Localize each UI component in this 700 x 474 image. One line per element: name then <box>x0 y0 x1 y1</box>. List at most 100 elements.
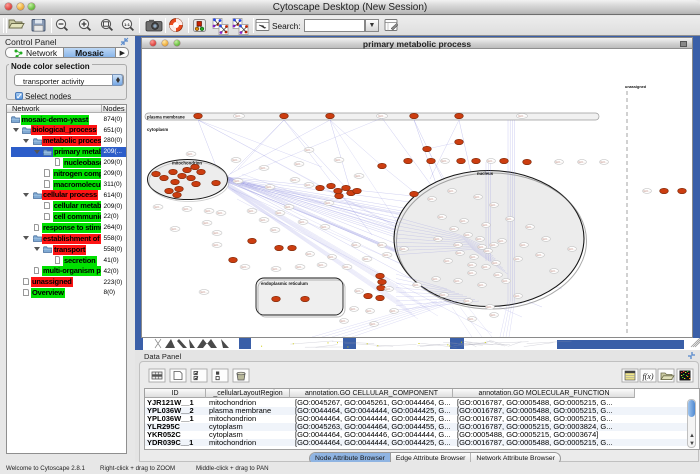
svg-text:GO:...: GO:... <box>328 255 336 259</box>
svg-text:GO:...: GO:... <box>454 279 462 283</box>
svg-text:GO:...: GO:... <box>600 160 608 164</box>
svg-text:GO:...: GO:... <box>490 203 498 207</box>
svg-text:GO:...: GO:... <box>432 277 440 281</box>
svg-text:GO:...: GO:... <box>321 225 329 229</box>
svg-text:GO:...: GO:... <box>355 174 363 178</box>
svg-text:GO:...: GO:... <box>454 243 462 247</box>
svg-text:1:1: 1:1 <box>124 22 131 27</box>
svg-text:GO:...: GO:... <box>200 290 208 294</box>
svg-text:GO:...: GO:... <box>370 322 378 326</box>
svg-text:GO:...: GO:... <box>154 205 162 209</box>
svg-text:GO:...: GO:... <box>260 166 268 170</box>
svg-text:GO:...: GO:... <box>248 209 256 213</box>
svg-text:unassigned: unassigned <box>625 85 647 89</box>
svg-text:plasma membrane: plasma membrane <box>147 115 185 120</box>
svg-text:GO:...: GO:... <box>241 265 249 269</box>
svg-text:GO:...: GO:... <box>536 253 544 257</box>
svg-text:f(x): f(x) <box>642 372 653 381</box>
svg-text:GO:...: GO:... <box>213 231 221 235</box>
svg-text:GO:...: GO:... <box>468 271 476 275</box>
svg-text:GO:...: GO:... <box>468 317 476 321</box>
svg-text:GO:...: GO:... <box>271 228 279 232</box>
svg-text:GO:...: GO:... <box>578 160 586 164</box>
svg-text:GO:...: GO:... <box>428 197 436 201</box>
svg-text:GO:...: GO:... <box>444 259 452 263</box>
svg-text:GO:...: GO:... <box>643 189 651 193</box>
svg-text:GO:...: GO:... <box>413 283 421 287</box>
svg-text:GO:...: GO:... <box>285 205 293 209</box>
svg-text:GO:...: GO:... <box>555 160 563 164</box>
svg-text:GO:...: GO:... <box>378 243 386 247</box>
svg-text:GO:...: GO:... <box>183 207 191 211</box>
svg-text:GO:...: GO:... <box>318 263 326 267</box>
svg-text:GO:...: GO:... <box>335 158 343 162</box>
svg-text:GO:...: GO:... <box>450 227 458 231</box>
svg-text:GO:...: GO:... <box>363 257 371 261</box>
svg-text:GO:...: GO:... <box>441 159 449 163</box>
svg-text:GO:...: GO:... <box>171 227 179 231</box>
svg-text:GO:...: GO:... <box>498 239 506 243</box>
svg-text:GO:...: GO:... <box>266 185 274 189</box>
svg-text:GO:...: GO:... <box>305 148 313 152</box>
svg-text:GO:...: GO:... <box>434 237 442 241</box>
svg-text:GO:...: GO:... <box>474 195 482 199</box>
svg-text:endoplasmic reticulum: endoplasmic reticulum <box>261 281 308 286</box>
svg-text:GO:...: GO:... <box>350 307 358 311</box>
svg-text:GO:...: GO:... <box>464 233 472 237</box>
svg-text:GO:...: GO:... <box>276 211 284 215</box>
svg-text:GO:...: GO:... <box>291 178 299 182</box>
svg-text:GO:...: GO:... <box>486 305 494 309</box>
svg-text:GO:...: GO:... <box>492 261 500 265</box>
svg-text:GO:...: GO:... <box>383 253 391 257</box>
svg-text:GO:...: GO:... <box>490 243 498 247</box>
svg-text:GO:...: GO:... <box>366 309 374 313</box>
svg-text:GO:...: GO:... <box>296 265 304 269</box>
svg-text:GO:...: GO:... <box>482 223 490 227</box>
svg-text:GO:...: GO:... <box>235 114 243 118</box>
svg-text:GO:...: GO:... <box>476 237 484 241</box>
svg-text:GO:...: GO:... <box>478 283 486 287</box>
svg-text:nucleus: nucleus <box>477 171 494 176</box>
svg-text:GO:...: GO:... <box>340 319 348 323</box>
svg-text:GO:...: GO:... <box>526 225 534 229</box>
svg-text:GO:...: GO:... <box>400 247 408 251</box>
svg-text:GO:...: GO:... <box>440 293 448 297</box>
svg-text:GO:...: GO:... <box>464 299 472 303</box>
svg-text:GO:...: GO:... <box>448 189 456 193</box>
svg-text:GO:...: GO:... <box>299 220 307 224</box>
svg-text:GO:...: GO:... <box>438 215 446 219</box>
svg-text:GO:...: GO:... <box>487 159 495 163</box>
svg-text:GO:...: GO:... <box>494 273 502 277</box>
svg-text:GO:...: GO:... <box>306 252 314 256</box>
svg-text:GO:...: GO:... <box>460 219 468 223</box>
svg-text:GO:...: GO:... <box>502 279 510 283</box>
svg-text:GO:...: GO:... <box>520 243 528 247</box>
svg-text:GO:...: GO:... <box>203 221 211 225</box>
svg-text:GO:...: GO:... <box>305 183 313 187</box>
svg-text:GO:...: GO:... <box>506 217 514 221</box>
svg-text:GO:...: GO:... <box>272 267 280 271</box>
svg-text:GO:...: GO:... <box>484 249 492 253</box>
svg-text:GO:...: GO:... <box>568 247 576 251</box>
svg-text:GO:...: GO:... <box>470 255 478 259</box>
svg-text:GO:...: GO:... <box>187 152 195 156</box>
svg-text:GO:...: GO:... <box>325 201 333 205</box>
svg-text:GO:...: GO:... <box>490 313 498 317</box>
svg-text:GO:...: GO:... <box>514 257 522 261</box>
svg-text:GO:...: GO:... <box>352 243 360 247</box>
svg-text:GO:...: GO:... <box>390 309 398 313</box>
svg-text:GO:...: GO:... <box>295 162 303 166</box>
svg-text:GO:...: GO:... <box>234 179 242 183</box>
svg-text:GO:...: GO:... <box>232 158 240 162</box>
svg-text:GO:...: GO:... <box>355 289 363 293</box>
svg-text:GO:...: GO:... <box>385 287 393 291</box>
svg-text:GO:...: GO:... <box>468 263 476 267</box>
svg-text:GO:...: GO:... <box>550 269 558 273</box>
svg-text:GO:...: GO:... <box>514 294 522 298</box>
svg-text:GO:...: GO:... <box>343 265 351 269</box>
svg-text:GO:...: GO:... <box>217 211 225 215</box>
svg-text:GO:...: GO:... <box>456 251 464 255</box>
svg-text:GO:...: GO:... <box>518 114 526 118</box>
svg-text:GO:...: GO:... <box>378 114 386 118</box>
svg-text:GO:...: GO:... <box>482 265 490 269</box>
